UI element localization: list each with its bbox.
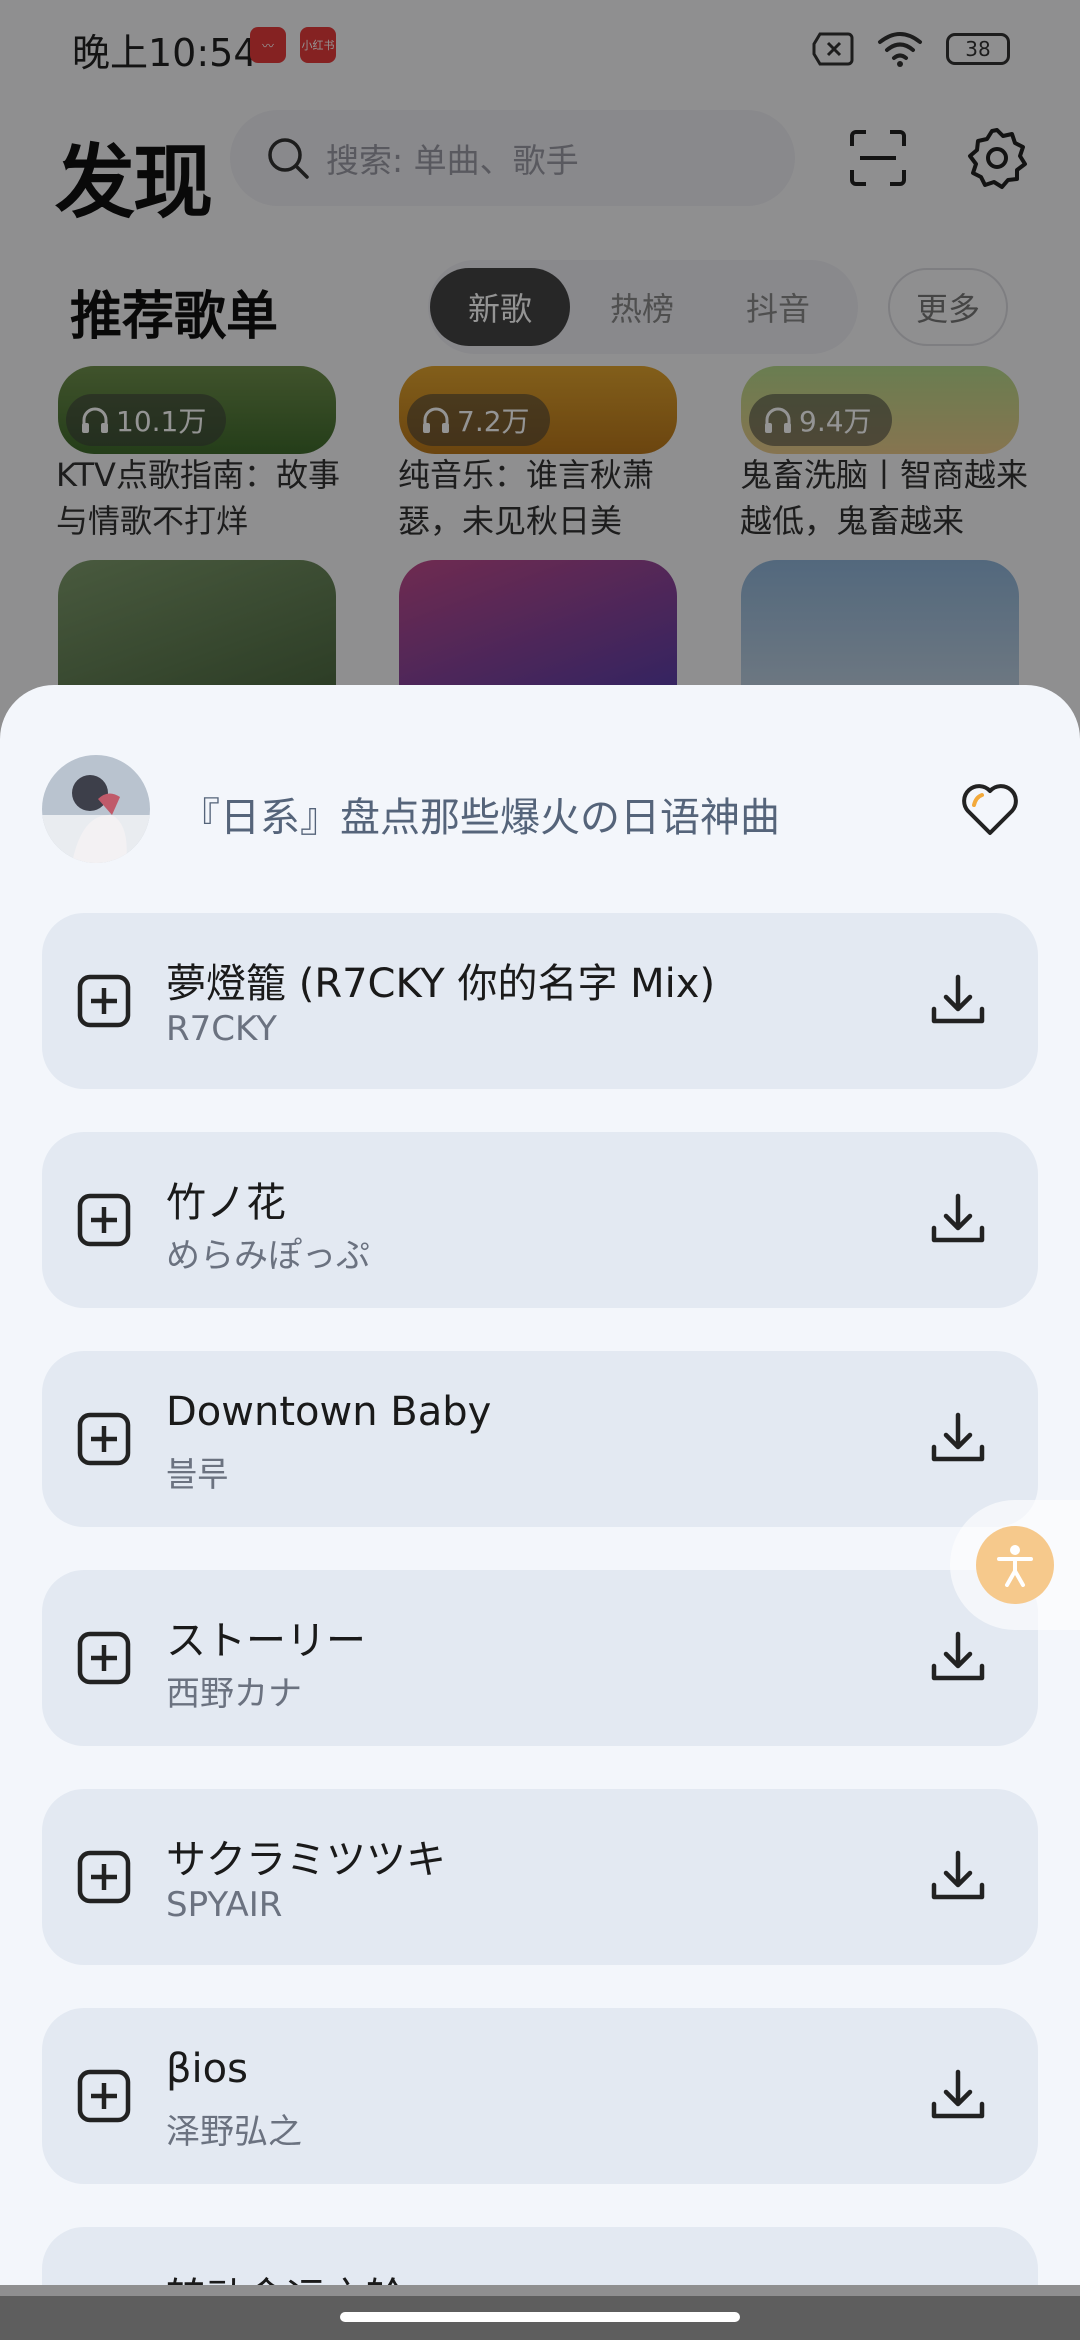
- song-artist: SPYAIR: [166, 1885, 283, 1925]
- song-title: サクラミツツキ: [166, 1837, 446, 1883]
- add-to-playlist-icon[interactable]: [76, 1411, 132, 1467]
- system-nav-bar: [0, 2296, 1080, 2340]
- song-title: 转动命运之轮: [166, 2265, 406, 2285]
- download-icon[interactable]: [926, 1188, 990, 1252]
- song-title: 竹ノ花: [166, 1180, 286, 1226]
- song-artist: めらみぽっぷ: [166, 1236, 370, 1276]
- song-artist: R7CKY: [166, 1009, 277, 1049]
- song-title: ストーリー: [166, 1618, 366, 1664]
- song-artist: 블루: [166, 1455, 229, 1495]
- add-to-playlist-icon[interactable]: [76, 2068, 132, 2124]
- playlist-bottom-sheet: 『日系』盘点那些爆火の日语神曲 夢燈籠 (R7CKY 你的名字 Mix) R7C…: [0, 685, 1080, 2285]
- accessibility-float-button[interactable]: [950, 1500, 1080, 1630]
- download-icon[interactable]: [926, 2283, 990, 2285]
- download-icon[interactable]: [926, 1845, 990, 1909]
- song-row[interactable]: βios 泽野弘之: [42, 2008, 1038, 2184]
- song-row[interactable]: サクラミツツキ SPYAIR: [42, 1789, 1038, 1965]
- download-icon[interactable]: [926, 1407, 990, 1471]
- download-icon[interactable]: [926, 969, 990, 1033]
- add-to-playlist-icon[interactable]: [76, 973, 132, 1029]
- playlist-cover: [42, 755, 150, 863]
- song-row[interactable]: 夢燈籠 (R7CKY 你的名字 Mix) R7CKY: [42, 913, 1038, 1089]
- home-indicator[interactable]: [340, 2312, 740, 2322]
- song-row[interactable]: 竹ノ花 めらみぽっぷ: [42, 1132, 1038, 1308]
- accessibility-icon: [976, 1526, 1054, 1604]
- song-title: 夢燈籠 (R7CKY 你的名字 Mix): [166, 961, 716, 1007]
- song-artist: 泽野弘之: [166, 2112, 302, 2152]
- download-icon[interactable]: [926, 1626, 990, 1690]
- song-artist: 西野カナ: [166, 1674, 302, 1714]
- sheet-header: 『日系』盘点那些爆火の日语神曲: [0, 685, 1080, 925]
- song-title: βios: [166, 2046, 248, 2092]
- song-row[interactable]: 转动命运之轮: [42, 2227, 1038, 2285]
- add-to-playlist-icon[interactable]: [76, 1849, 132, 1905]
- favorite-heart-icon[interactable]: [960, 781, 1020, 837]
- add-to-playlist-icon[interactable]: [76, 1192, 132, 1248]
- song-title: Downtown Baby: [166, 1389, 492, 1435]
- add-to-playlist-icon[interactable]: [76, 1630, 132, 1686]
- playlist-title: 『日系』盘点那些爆火の日语神曲: [180, 795, 780, 841]
- song-row[interactable]: Downtown Baby 블루: [42, 1351, 1038, 1527]
- download-icon[interactable]: [926, 2064, 990, 2128]
- song-row[interactable]: ストーリー 西野カナ: [42, 1570, 1038, 1746]
